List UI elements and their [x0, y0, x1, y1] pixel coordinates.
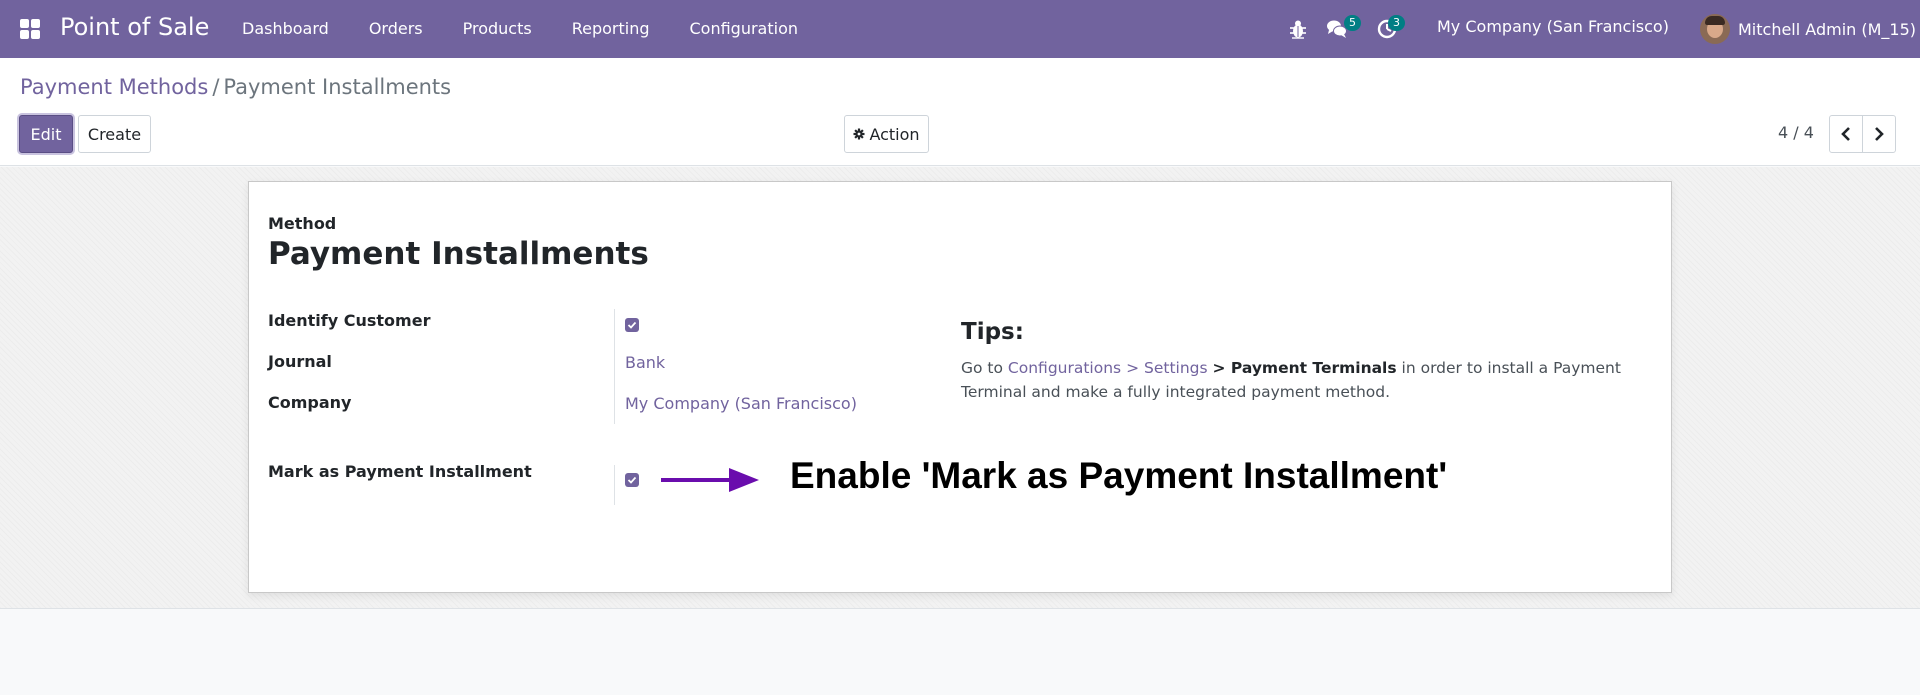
- menu-configuration[interactable]: Configuration: [670, 0, 819, 58]
- app-brand[interactable]: Point of Sale: [60, 13, 209, 41]
- mark-installment-checkbox[interactable]: [625, 473, 639, 487]
- tips-payment-terminals: > Payment Terminals: [1212, 359, 1397, 377]
- action-label: Action: [869, 124, 920, 144]
- company-label: Company: [268, 393, 352, 412]
- tips-prefix: Go to: [961, 359, 1003, 377]
- tips-gt: >: [1126, 359, 1140, 377]
- user-menu[interactable]: Mitchell Admin (M_15): [1700, 14, 1916, 44]
- create-button[interactable]: Create: [78, 115, 151, 153]
- journal-label: Journal: [268, 352, 332, 371]
- control-panel: Payment Methods / Payment Installments Edi…: [0, 58, 1920, 166]
- method-label: Method: [268, 214, 337, 233]
- breadcrumb-payment-methods[interactable]: Payment Methods: [20, 75, 208, 99]
- tips-title: Tips:: [961, 319, 1024, 345]
- menu-dashboard[interactable]: Dashboard: [222, 0, 349, 58]
- apps-menu-icon[interactable]: [20, 19, 40, 39]
- tips-configurations-link[interactable]: Configurations: [1008, 359, 1121, 377]
- pager-next-button[interactable]: [1862, 115, 1896, 153]
- company-value[interactable]: My Company (San Francisco): [625, 394, 857, 413]
- record-title: Payment Installments: [268, 236, 649, 272]
- user-name: Mitchell Admin (M_15): [1738, 19, 1917, 39]
- tips-text: Go to Configurations > Settings > Paymen…: [961, 356, 1651, 404]
- mark-installment-label: Mark as Payment Installment: [268, 462, 532, 481]
- annotation-arrow-icon: [661, 468, 759, 492]
- breadcrumb-current: Payment Installments: [223, 75, 452, 99]
- messages-count-badge: 5: [1344, 15, 1361, 31]
- breadcrumb: Payment Methods / Payment Installments: [20, 75, 451, 99]
- bug-icon[interactable]: [1288, 18, 1308, 40]
- main-menu: Dashboard Orders Products Reporting Conf…: [222, 0, 818, 58]
- menu-reporting[interactable]: Reporting: [552, 0, 670, 58]
- form-sheet: Method Payment Installments Identify Cus…: [248, 181, 1672, 593]
- journal-value[interactable]: Bank: [625, 353, 665, 372]
- menu-orders[interactable]: Orders: [349, 0, 443, 58]
- edit-button[interactable]: Edit: [19, 115, 73, 153]
- tips-settings-link[interactable]: Settings: [1144, 359, 1208, 377]
- field-separator: [614, 382, 615, 424]
- form-view-area: Method Payment Installments Identify Cus…: [0, 167, 1920, 609]
- check-icon: [627, 321, 637, 329]
- annotation-text: Enable 'Mark as Payment Installment': [790, 455, 1448, 496]
- pager-value[interactable]: 4 / 4: [1778, 123, 1814, 142]
- identify-customer-label: Identify Customer: [268, 311, 431, 330]
- identify-customer-checkbox[interactable]: [625, 318, 639, 332]
- field-separator: [614, 309, 615, 341]
- breadcrumb-separator: /: [212, 75, 220, 99]
- field-separator: [614, 465, 615, 505]
- menu-products[interactable]: Products: [443, 0, 552, 58]
- field-separator: [614, 341, 615, 382]
- company-switcher[interactable]: My Company (San Francisco): [1437, 17, 1669, 36]
- chevron-right-icon: [1875, 127, 1884, 141]
- action-button[interactable]: Action: [844, 115, 929, 153]
- top-navbar: Point of Sale Dashboard Orders Products …: [0, 0, 1920, 58]
- activities-count-badge: 3: [1388, 15, 1405, 31]
- gear-icon: [853, 128, 865, 140]
- pager-previous-button[interactable]: [1829, 115, 1863, 153]
- chevron-left-icon: [1841, 127, 1850, 141]
- user-avatar: [1700, 14, 1730, 44]
- check-icon: [627, 476, 637, 484]
